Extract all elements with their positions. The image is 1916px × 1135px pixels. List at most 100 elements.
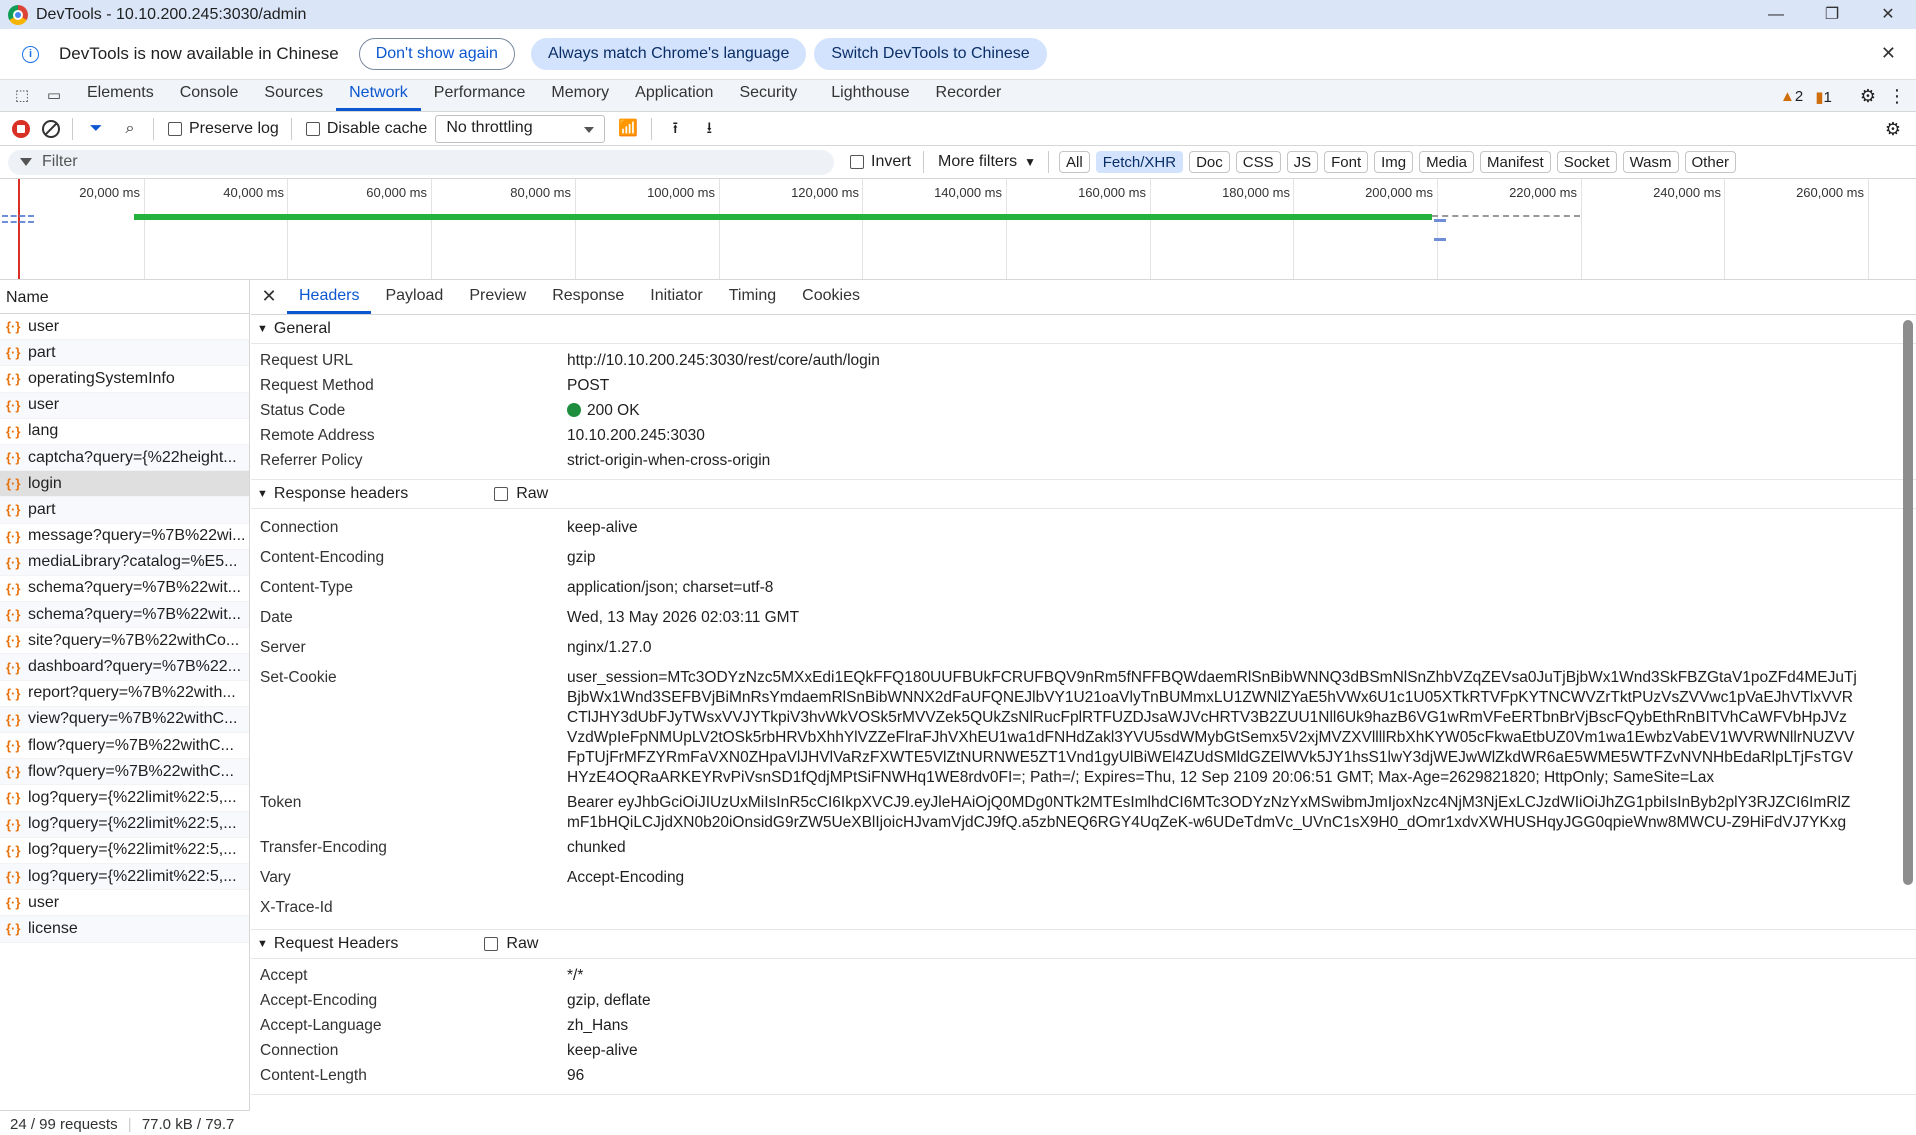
tab-memory[interactable]: Memory (538, 84, 622, 111)
detail-tab-response[interactable]: Response (540, 287, 636, 314)
network-settings-gear-icon[interactable]: ⚙ (1882, 118, 1904, 140)
search-icon[interactable]: ⌕ (119, 118, 141, 140)
request-row[interactable]: {·} report?query=%7B%22with... (0, 681, 249, 707)
request-row[interactable]: {·} log?query={%22limit%22:5,... (0, 863, 249, 891)
request-row[interactable]: {·} schema?query=%7B%22wit... (0, 576, 249, 603)
disable-cache-checkbox[interactable]: Disable cache (305, 120, 427, 138)
detail-tab-payload[interactable]: Payload (373, 287, 455, 314)
request-row[interactable]: {·} view?query=%7B%22withC... (0, 706, 249, 733)
filter-type-doc[interactable]: Doc (1189, 151, 1230, 173)
close-window-button[interactable]: ✕ (1860, 0, 1916, 29)
clear-icon[interactable] (42, 119, 60, 138)
request-row[interactable]: {·} log?query={%22limit%22:5,... (0, 838, 249, 864)
request-row[interactable]: {·} schema?query=%7B%22wit... (0, 602, 249, 629)
inspect-element-icon[interactable]: ⬚ (12, 86, 32, 104)
tab-sources[interactable]: Sources (251, 84, 336, 111)
request-row[interactable]: {·} login (0, 471, 249, 498)
more-filters-dropdown[interactable]: More filters ▼ (938, 153, 1036, 171)
import-har-icon[interactable]: ⭱ (664, 118, 686, 140)
tab-network[interactable]: Network (336, 84, 421, 111)
tab-application[interactable]: Application (622, 84, 726, 111)
minimize-button[interactable]: — (1748, 0, 1804, 29)
settings-gear-icon[interactable]: ⚙ (1860, 86, 1876, 107)
warnings-badge[interactable]: ▲2 (1780, 88, 1803, 105)
detail-scrollbar[interactable] (1903, 320, 1913, 885)
tab-lighthouse[interactable]: Lighthouse (818, 84, 922, 111)
request-row[interactable]: {·} mediaLibrary?catalog=%E5... (0, 549, 249, 576)
detail-tab-preview[interactable]: Preview (457, 287, 538, 314)
preserve-log-checkbox[interactable]: Preserve log (168, 120, 279, 138)
general-section-header[interactable]: ▼ General (251, 315, 1916, 344)
request-row[interactable]: {·} user (0, 314, 249, 341)
errors-badge[interactable]: ▮1 (1815, 88, 1832, 106)
checkbox-box[interactable] (305, 121, 320, 136)
filter-type-socket[interactable]: Socket (1556, 151, 1617, 173)
detail-tab-cookies[interactable]: Cookies (790, 287, 872, 314)
tab-performance[interactable]: Performance (421, 84, 539, 111)
request-row[interactable]: {·} part (0, 340, 249, 367)
request-row[interactable]: {·} site?query=%7B%22withCo... (0, 628, 249, 655)
export-har-icon[interactable]: ⭳ (698, 118, 720, 140)
tab-security[interactable]: Security (726, 84, 810, 111)
request-name: log?query={%22limit%22:5,... (28, 788, 237, 806)
checkbox-box[interactable] (168, 121, 182, 136)
request-row[interactable]: {·} dashboard?query=%7B%22... (0, 654, 249, 681)
stop-recording-icon[interactable] (12, 119, 30, 138)
switch-to-chinese-button[interactable]: Switch DevTools to Chinese (814, 38, 1047, 70)
always-match-language-button[interactable]: Always match Chrome's language (530, 38, 807, 70)
network-conditions-icon[interactable]: 📶 (617, 118, 639, 140)
filter-type-all[interactable]: All (1059, 151, 1090, 173)
close-detail-icon[interactable]: ✕ (251, 286, 287, 314)
filter-type-font[interactable]: Font (1324, 151, 1369, 173)
checkbox-box[interactable] (484, 937, 499, 951)
request-row[interactable]: {·} operatingSystemInfo (0, 366, 249, 393)
general-row: Remote Address 10.10.200.245:3030 (260, 426, 705, 444)
invert-checkbox[interactable]: Invert (850, 153, 911, 171)
request-row[interactable]: {·} log?query={%22limit%22:5,... (0, 811, 249, 838)
request-row[interactable]: {·} user (0, 392, 249, 419)
request-row[interactable]: {·} message?query=%7B%22wi... (0, 524, 249, 550)
filter-type-css[interactable]: CSS (1235, 151, 1281, 173)
filter-input[interactable]: Filter (8, 149, 834, 175)
checkbox-box[interactable] (850, 155, 864, 169)
filter-type-js[interactable]: JS (1286, 151, 1319, 173)
detail-tab-initiator[interactable]: Initiator (638, 287, 714, 314)
tab-elements[interactable]: Elements (74, 84, 167, 111)
request-row[interactable]: {·} user (0, 890, 249, 917)
request-row[interactable]: {·} captcha?query={%22height... (0, 444, 249, 472)
network-overview-timeline[interactable]: 20,000 ms 40,000 ms 60,000 ms 80,000 ms … (0, 179, 1916, 280)
detail-tab-headers[interactable]: Headers (287, 287, 372, 314)
filter-type-media[interactable]: Media (1419, 151, 1474, 173)
response-headers-section-header[interactable]: ▼ Response headers Raw (251, 480, 1916, 509)
request-name: user (28, 396, 60, 414)
header-value: chunked (567, 839, 626, 856)
request-row[interactable]: {·} lang (0, 419, 249, 445)
request-row[interactable]: {·} log?query={%22limit%22:5,... (0, 785, 249, 812)
request-name: operatingSystemInfo (28, 369, 175, 387)
name-column-header[interactable]: Name (0, 280, 249, 314)
response-raw-checkbox[interactable]: Raw (494, 485, 548, 503)
device-toolbar-icon[interactable]: ▭ (44, 86, 64, 104)
filter-type-fetch-xhr[interactable]: Fetch/XHR (1095, 151, 1184, 173)
throttling-select[interactable]: No throttling (435, 114, 606, 143)
request-row[interactable]: {·} part (0, 497, 249, 524)
request-row[interactable]: {·} license (0, 916, 249, 943)
request-headers-section-header[interactable]: ▼ Request Headers Raw (251, 930, 1916, 959)
filter-funnel-icon[interactable]: ⏷ (85, 118, 107, 140)
detail-tab-timing[interactable]: Timing (717, 287, 788, 314)
close-infobar-icon[interactable]: ✕ (1881, 43, 1896, 64)
checkbox-box[interactable] (494, 487, 509, 501)
filter-type-img[interactable]: Img (1374, 151, 1414, 173)
tab-console[interactable]: Console (167, 84, 252, 111)
request-row[interactable]: {·} flow?query=%7B%22withC... (0, 733, 249, 760)
tab-recorder[interactable]: Recorder (923, 84, 1015, 111)
filter-type-manifest[interactable]: Manifest (1480, 151, 1551, 173)
more-options-icon[interactable]: ⋮ (1888, 86, 1906, 107)
request-row[interactable]: {·} flow?query=%7B%22withC... (0, 759, 249, 786)
dont-show-again-button[interactable]: Don't show again (358, 38, 515, 70)
filter-type-wasm[interactable]: Wasm (1622, 151, 1679, 173)
request-raw-checkbox[interactable]: Raw (484, 935, 538, 953)
restore-button[interactable]: ❐ (1804, 0, 1860, 29)
xhr-icon: {·} (6, 319, 21, 335)
filter-type-other[interactable]: Other (1684, 151, 1737, 173)
